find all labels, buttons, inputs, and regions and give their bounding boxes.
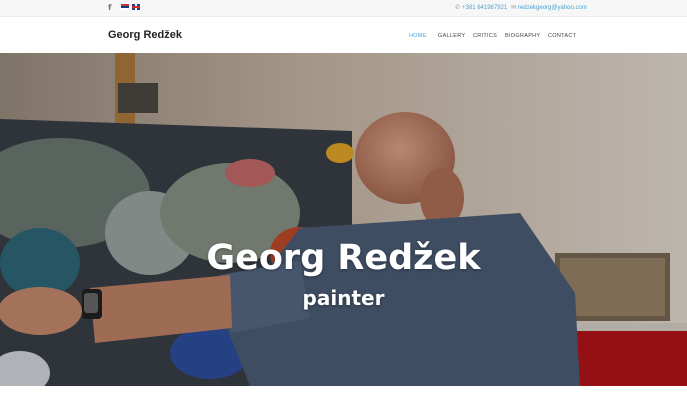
email-address[interactable]: redzekgeorg@yahoo.com — [518, 5, 587, 11]
phone-icon: ✆ — [455, 4, 461, 11]
hero-banner: Georg Redžek painter — [0, 53, 687, 386]
phone-contact[interactable]: ✆ +381 641987921 — [455, 3, 507, 13]
nav-biography[interactable]: BIOGRAPHY — [505, 32, 540, 40]
english-flag-icon[interactable] — [132, 4, 140, 10]
hero-photo — [0, 53, 687, 386]
site-header: Georg Redžek HOME GALLERY CRITICS BIOGRA… — [0, 17, 687, 53]
nav-critics[interactable]: CRITICS — [473, 32, 497, 40]
phone-number[interactable]: +381 641987921 — [462, 5, 507, 11]
serbian-flag-icon[interactable] — [121, 4, 129, 10]
site-logo[interactable]: Georg Redžek — [108, 29, 182, 41]
hero-subtitle: painter — [302, 286, 385, 310]
top-bar: f ✆ +381 641987921 ✉ redzekgeorg@yahoo.com — [0, 0, 687, 17]
hero-title: Georg Redžek — [206, 238, 481, 278]
facebook-icon[interactable]: f — [108, 3, 111, 13]
nav-home[interactable]: HOME — [409, 32, 427, 40]
nav-gallery[interactable]: GALLERY — [438, 32, 465, 40]
email-contact[interactable]: ✉ redzekgeorg@yahoo.com — [511, 3, 587, 13]
nav-contact[interactable]: CONTACT — [548, 32, 576, 40]
email-icon: ✉ — [511, 4, 517, 11]
page-bottom-strip — [0, 386, 687, 412]
